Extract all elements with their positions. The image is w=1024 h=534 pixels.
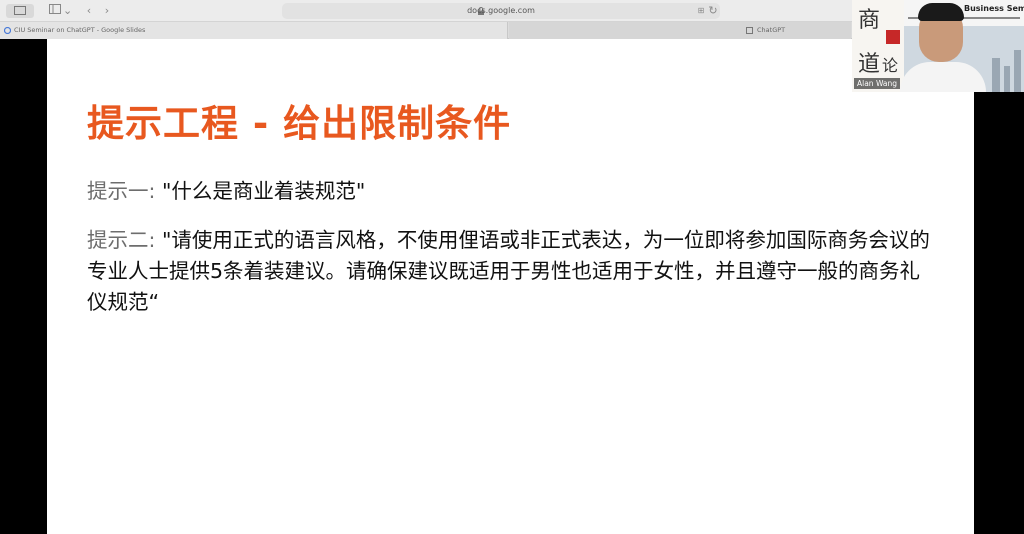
google-icon [4, 27, 11, 34]
banner-title: Business Seminar [964, 4, 1024, 13]
background-building [992, 58, 1000, 92]
reload-icon[interactable]: ↻ [708, 4, 718, 18]
window-button[interactable] [6, 4, 34, 18]
sidebar-icon[interactable] [48, 4, 62, 18]
prompt-two-label: 提示二: [87, 228, 156, 252]
participant-hair [918, 3, 964, 21]
back-icon[interactable]: ‹ [84, 4, 94, 18]
background-building [1014, 50, 1021, 92]
calligraphy-glyph: 论 [882, 56, 899, 75]
prompt-one-text: "什么是商业着装规范" [155, 179, 366, 203]
calligraphy-glyph: 商 [858, 8, 881, 33]
prompt-one-label: 提示一: [87, 179, 156, 203]
prompt-one: 提示一: "什么是商业着装规范" [87, 176, 365, 207]
participant-video[interactable]: 商 道 论 Business Seminar Alan Wang [852, 0, 1024, 92]
forward-icon[interactable]: › [102, 4, 112, 18]
tab-label: CIU Seminar on ChatGPT - Google Slides [14, 26, 146, 34]
sidebar-dropdown-icon[interactable]: ⌄ [63, 4, 72, 18]
tab-chatgpt[interactable]: ChatGPT [509, 22, 851, 39]
url-text: docs.google.com [467, 6, 535, 15]
translate-icon[interactable]: ⊞ [696, 4, 706, 18]
tab-label: ChatGPT [757, 26, 786, 34]
address-bar[interactable]: docs.google.com [282, 3, 720, 19]
prompt-two: 提示二: "请使用正式的语言风格，不使用俚语或非正式表达，为一位即将参加国际商务… [87, 225, 937, 318]
tab-google-slides[interactable]: CIU Seminar on ChatGPT - Google Slides [0, 22, 508, 39]
presentation-slide: 提示工程 - 给出限制条件 提示一: "什么是商业着装规范" 提示二: "请使用… [47, 39, 974, 534]
participant-name-tag: Alan Wang [854, 78, 900, 89]
calligraphy-glyph: 道 [858, 52, 881, 77]
prompt-two-text: "请使用正式的语言风格，不使用俚语或非正式表达，为一位即将参加国际商务会议的专业… [87, 228, 930, 314]
background-building [1004, 66, 1010, 92]
slide-title: 提示工程 - 给出限制条件 [87, 102, 512, 145]
chatgpt-icon [746, 27, 753, 34]
participant-body [900, 62, 986, 92]
red-seal-stamp [886, 30, 900, 44]
